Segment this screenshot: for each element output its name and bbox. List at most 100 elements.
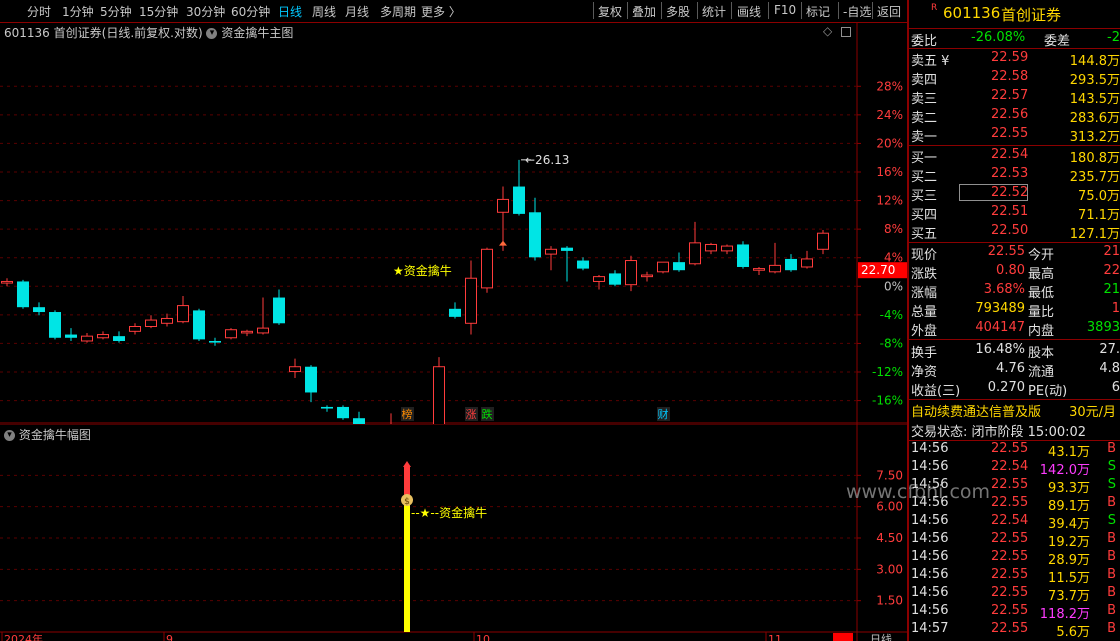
toolbar-button-7[interactable]: -自选 bbox=[843, 3, 871, 20]
candle-body bbox=[145, 319, 157, 328]
toolbar-button-1[interactable]: 叠加 bbox=[632, 3, 656, 20]
toolbar-separator bbox=[838, 2, 839, 19]
period-10[interactable]: 更多 〉 bbox=[421, 3, 461, 20]
quote-value: 1 bbox=[1111, 301, 1120, 316]
bid-row[interactable]: 买二 22.53 235.7万 bbox=[911, 166, 1120, 185]
period-2[interactable]: 5分钟 bbox=[100, 3, 132, 20]
separator bbox=[909, 242, 1120, 243]
tick-volume: 142.0万 bbox=[1039, 463, 1090, 478]
bid-label: 买三 bbox=[911, 189, 938, 204]
date-label: 10 bbox=[476, 633, 490, 641]
ask-row[interactable]: 卖二 22.56 283.6万 bbox=[911, 107, 1120, 126]
trade-status: 交易状态: 闭市阶段 15:00:02 bbox=[911, 425, 1087, 440]
ask-row[interactable]: 卖五 ¥ 22.59 144.8万 bbox=[911, 50, 1120, 69]
candle-body bbox=[529, 212, 541, 258]
toolbar-separator bbox=[661, 2, 662, 19]
tick-row: 14:56 22.55 118.2万 B bbox=[911, 603, 1120, 622]
sub-chart-area[interactable]: 7.50 6.00 4.50 3.00 1.50 $ --★--资金擒牛 2024年 9 10 11… bbox=[0, 424, 990, 641]
quote-row: 现价 22.55 今开 21 bbox=[911, 244, 1120, 263]
tick-time: 14:56 bbox=[911, 441, 949, 456]
quote-value: 22.55 bbox=[987, 244, 1025, 259]
date-label: 2024年 bbox=[4, 632, 43, 641]
bid-row[interactable]: 买一 22.54 180.8万 bbox=[911, 147, 1120, 166]
period-6[interactable]: 日线 bbox=[278, 3, 302, 20]
tick-time: 14:56 bbox=[911, 567, 949, 582]
period-7[interactable]: 周线 bbox=[312, 3, 336, 20]
weicha-label: 委差 bbox=[1044, 34, 1071, 49]
candle-body bbox=[161, 317, 173, 324]
signal-arrow-icon bbox=[403, 460, 411, 467]
main-chart-area[interactable]: 601136 首创证券(日线.前复权.对数) ▾ 资金擒牛主图 ◇ 28% 24%… bbox=[0, 22, 907, 424]
quote-value: 0.80 bbox=[996, 263, 1025, 278]
tick-direction: B bbox=[1107, 621, 1116, 636]
event-marker: 财 bbox=[658, 407, 669, 421]
tick-direction: S bbox=[1107, 513, 1116, 528]
sub-y-tick-label: 4.50 bbox=[876, 531, 903, 545]
ad-banner[interactable]: 自动续费通达信普及版 30元/月 bbox=[911, 401, 1120, 420]
sub-y-tick-label: 1.50 bbox=[876, 594, 903, 608]
candle-body bbox=[481, 248, 493, 289]
r-badge: R bbox=[931, 3, 938, 13]
tick-row: 14:56 22.55 73.7万 B bbox=[911, 585, 1120, 604]
bid-volume: 235.7万 bbox=[1069, 170, 1120, 185]
weibi-value: -26.08% bbox=[971, 30, 1026, 45]
peak-arrow-icon bbox=[499, 240, 507, 246]
quote-label: 量比 bbox=[1028, 305, 1055, 320]
period-8[interactable]: 月线 bbox=[345, 3, 369, 20]
period-0[interactable]: 分时 bbox=[27, 3, 51, 20]
period-1[interactable]: 1分钟 bbox=[62, 3, 94, 20]
toolbar-button-2[interactable]: 多股 bbox=[666, 3, 690, 20]
quote-row: 外盘 404147 内盘 3893 bbox=[911, 320, 1120, 339]
ask-row[interactable]: 卖一 22.55 313.2万 bbox=[911, 126, 1120, 145]
bid-volume: 71.1万 bbox=[1078, 208, 1120, 223]
tick-volume: 39.4万 bbox=[1048, 517, 1090, 532]
bid-label: 买四 bbox=[911, 208, 938, 223]
bid-row[interactable]: 买三 22.52 75.0万 bbox=[911, 184, 1120, 204]
finance-label: 换手 bbox=[911, 346, 938, 361]
period-4[interactable]: 30分钟 bbox=[186, 3, 225, 20]
tick-time: 14:56 bbox=[911, 513, 949, 528]
bid-row[interactable]: 买四 22.51 71.1万 bbox=[911, 204, 1120, 223]
toolbar-button-4[interactable]: 画线 bbox=[737, 3, 761, 20]
toolbar-button-6[interactable]: 标记 bbox=[806, 3, 830, 20]
quote-panel: R 601136首创证券委比 -26.08% 委差 -21 卖五 ¥ 22.59 144.8万… bbox=[907, 0, 1120, 641]
y-tick-label: 0% bbox=[884, 279, 903, 293]
ask-volume: 283.6万 bbox=[1069, 111, 1120, 126]
candle-body bbox=[289, 366, 301, 373]
period-9[interactable]: 多周期 bbox=[380, 3, 416, 20]
tick-time: 14:56 bbox=[911, 477, 949, 492]
finance-label: 净资 bbox=[911, 365, 938, 380]
candle-body bbox=[129, 326, 141, 332]
period-5[interactable]: 60分钟 bbox=[231, 3, 270, 20]
toolbar-separator bbox=[627, 2, 628, 19]
bid-row[interactable]: 买五 22.50 127.1万 bbox=[911, 223, 1120, 242]
y-tick-label: 28% bbox=[876, 79, 903, 93]
tick-price: 22.55 bbox=[991, 549, 1029, 564]
tick-price: 22.55 bbox=[991, 441, 1029, 456]
candle-body bbox=[641, 274, 653, 278]
candle-body bbox=[609, 273, 621, 285]
toolbar-button-8[interactable]: 返回 bbox=[877, 3, 901, 20]
toolbar-button-5[interactable]: F10 bbox=[774, 3, 796, 17]
separator bbox=[909, 339, 1120, 340]
quote-row: 总量 793489 量比 1 bbox=[911, 301, 1120, 320]
weicha-value: -21 bbox=[1107, 30, 1120, 45]
tick-price: 22.55 bbox=[991, 531, 1029, 546]
ask-row[interactable]: 卖三 22.57 143.5万 bbox=[911, 88, 1120, 107]
finance-value: 4.8 bbox=[1099, 361, 1120, 376]
tick-direction: S bbox=[1107, 477, 1116, 492]
signal-label: ★资金擒牛 bbox=[393, 263, 452, 278]
tick-time: 14:56 bbox=[911, 531, 949, 546]
candle-body bbox=[257, 327, 269, 334]
period-3[interactable]: 15分钟 bbox=[139, 3, 178, 20]
toolbar-button-0[interactable]: 复权 bbox=[598, 3, 622, 20]
candle-body bbox=[737, 244, 749, 267]
quote-value: 3893 bbox=[1086, 320, 1120, 335]
candle-body bbox=[513, 186, 525, 214]
sub-indicator-name[interactable]: 资金擒牛幅图 bbox=[19, 428, 91, 442]
quote-label: 最高 bbox=[1028, 267, 1055, 282]
toolbar-button-3[interactable]: 统计 bbox=[702, 3, 726, 20]
ask-row[interactable]: 卖四 22.58 293.5万 bbox=[911, 69, 1120, 88]
period-toolbar: 分时 1分钟 5分钟 15分钟 30分钟 60分钟 日线 周线 月线 多周期 更多 〉 复权 叠加 多股统… bbox=[0, 0, 907, 23]
chevron-down-icon[interactable]: ▾ bbox=[4, 430, 15, 441]
